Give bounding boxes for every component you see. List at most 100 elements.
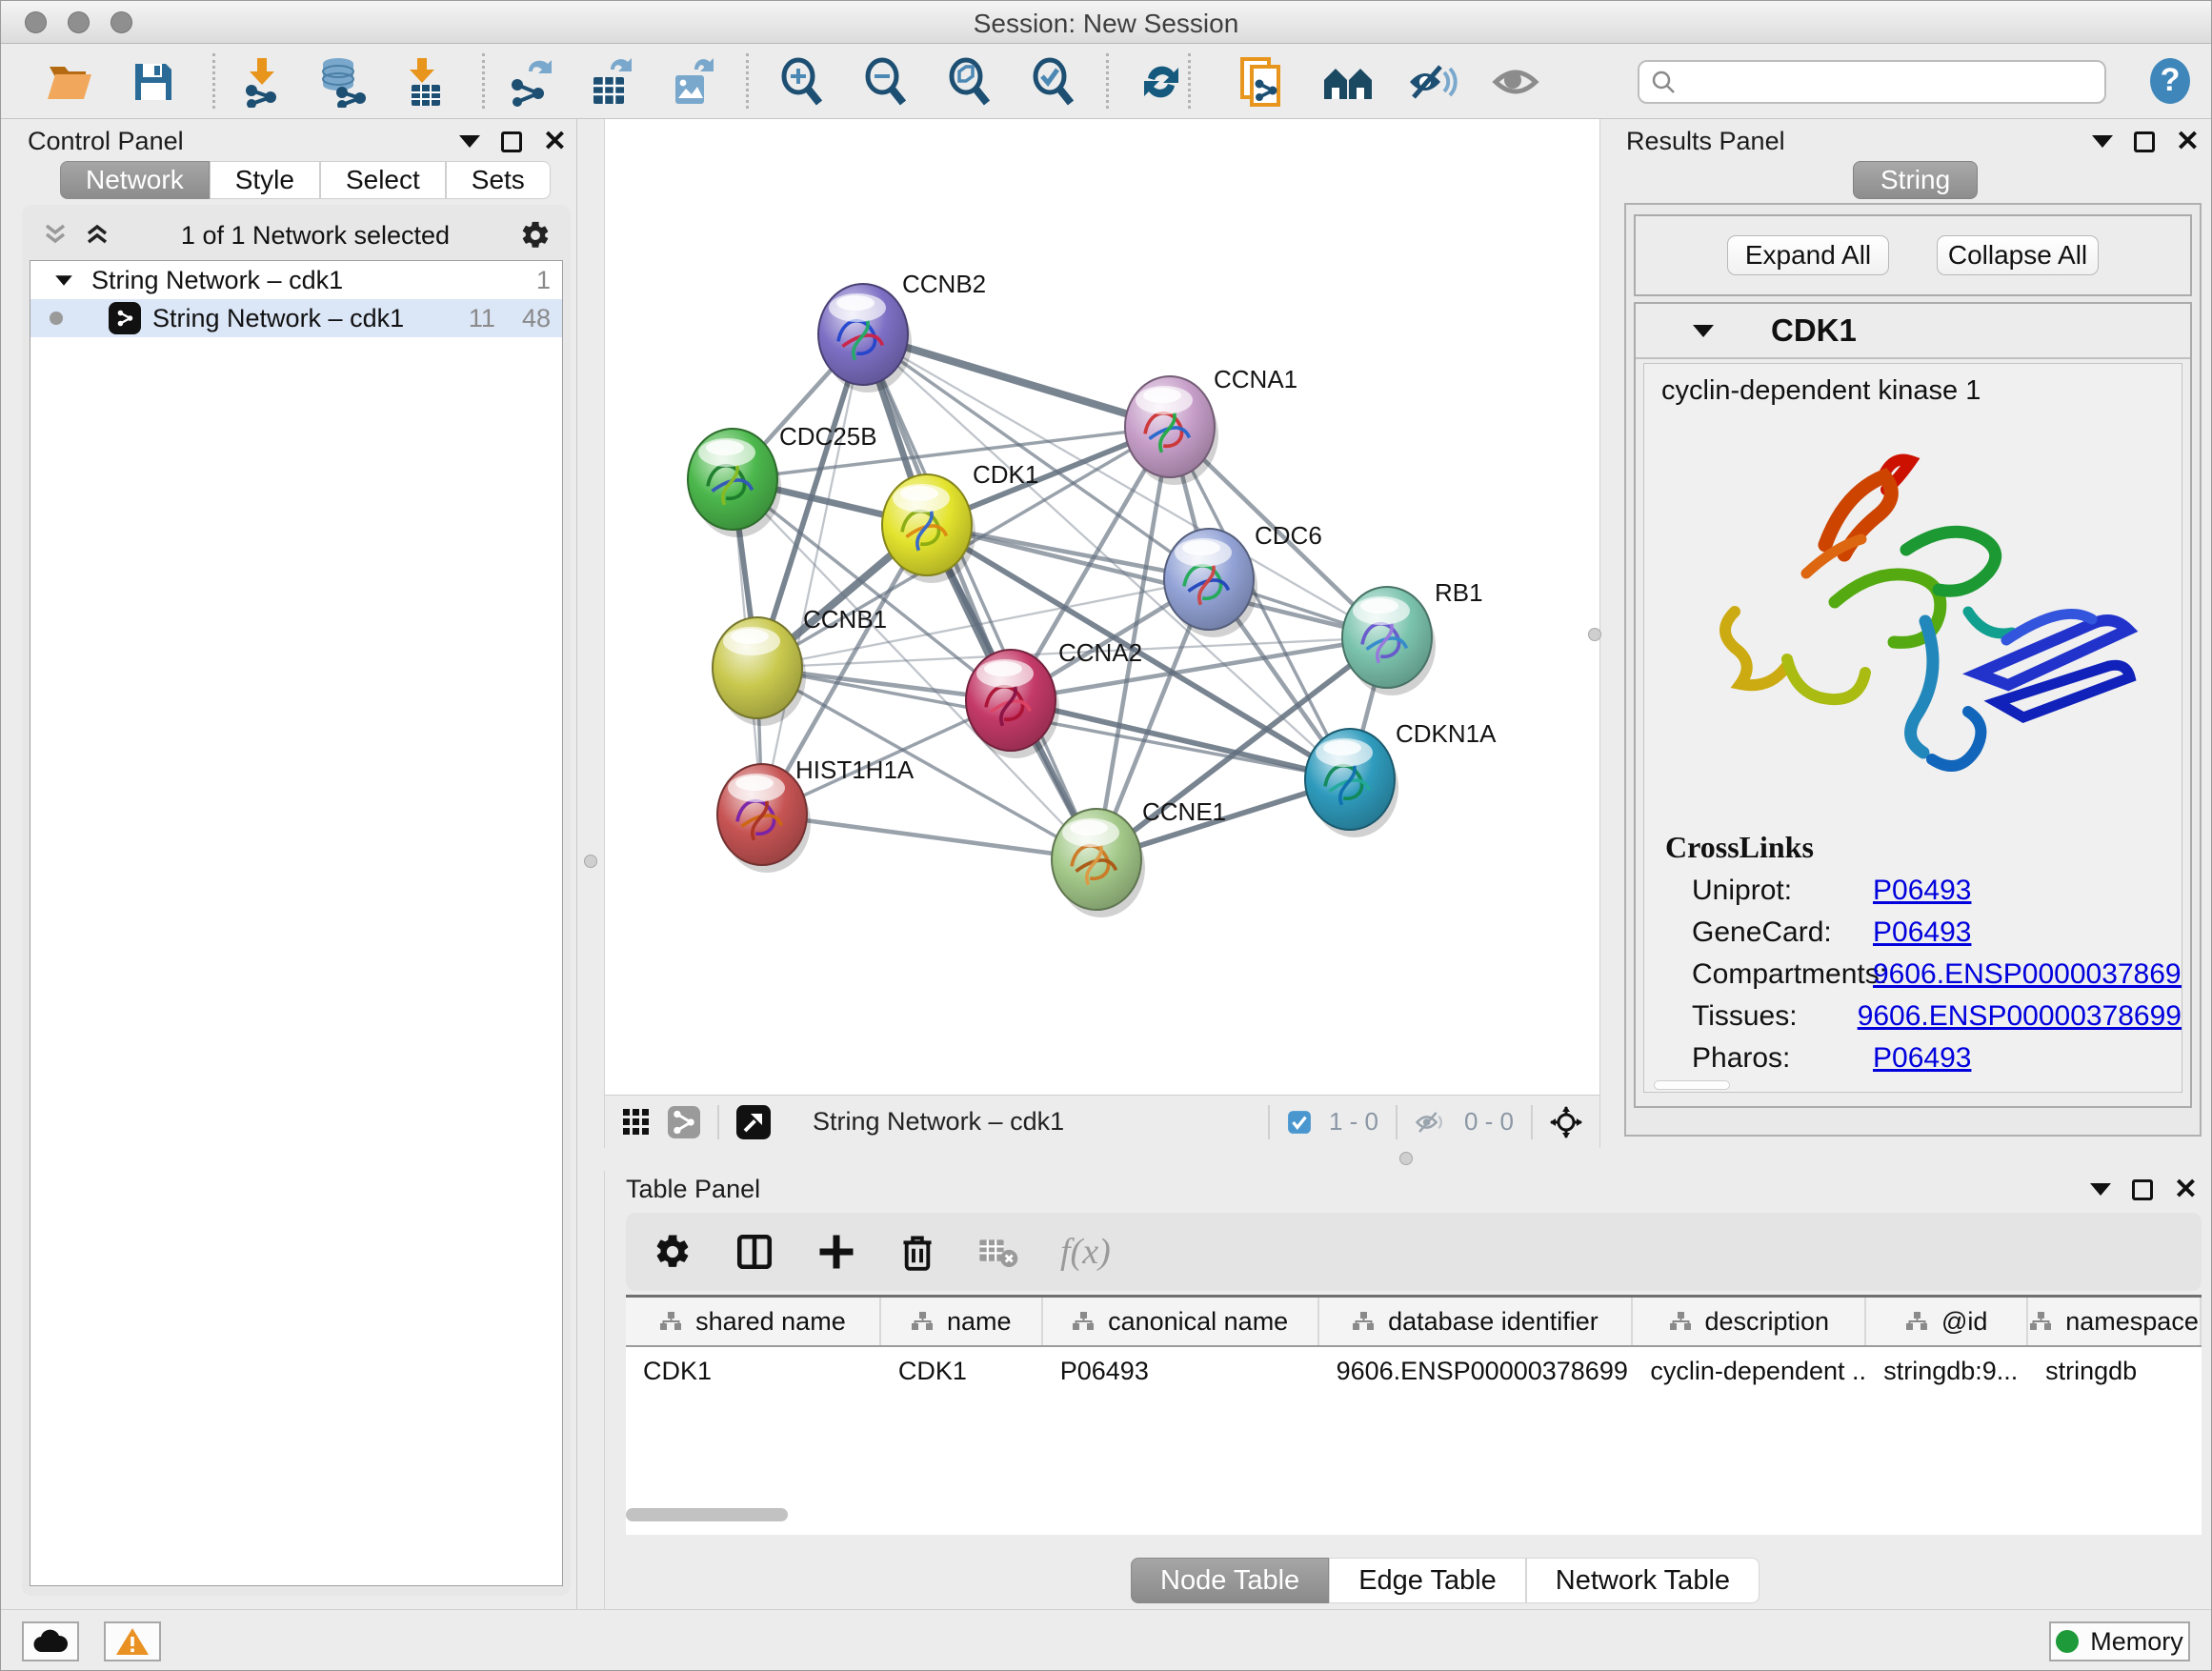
tab-select[interactable]: Select <box>320 161 446 199</box>
crosshair-icon[interactable] <box>1550 1106 1582 1138</box>
edge-CCNB2-HIST1H1A[interactable] <box>762 334 863 815</box>
column-header-name[interactable]: name <box>881 1298 1043 1345</box>
edge-HIST1H1A-CCNE1[interactable] <box>762 815 1096 859</box>
add-icon[interactable] <box>816 1232 856 1272</box>
refresh-icon[interactable] <box>1135 55 1188 109</box>
tab-network-table[interactable]: Network Table <box>1526 1558 1760 1603</box>
crosslink-link[interactable]: P06493 <box>1873 875 1971 907</box>
panel-menu-icon[interactable] <box>459 135 480 148</box>
import-network-icon[interactable] <box>235 55 289 109</box>
cloud-button[interactable] <box>22 1621 79 1661</box>
column-header-description[interactable]: description <box>1633 1298 1866 1345</box>
crosslink-link[interactable]: P06493 <box>1873 1042 1971 1075</box>
column-type-icon <box>1072 1311 1095 1332</box>
save-session-icon[interactable] <box>127 55 180 109</box>
export-table-icon[interactable] <box>584 55 637 109</box>
close-panel-icon[interactable]: ✕ <box>2174 1179 2198 1200</box>
table-cell[interactable]: P06493 <box>1043 1347 1319 1395</box>
table-cell[interactable]: CDK1 <box>881 1347 1043 1395</box>
memory-button[interactable]: Memory <box>2049 1621 2190 1661</box>
edge-CCNA2-CDKN1A[interactable] <box>1011 700 1350 779</box>
network-collection-row[interactable]: String Network – cdk1 1 <box>30 261 562 299</box>
node-CDC6[interactable]: CDC6 <box>1164 521 1322 637</box>
gear-icon[interactable] <box>653 1232 693 1272</box>
column-header-canonical-name[interactable]: canonical name <box>1043 1298 1319 1345</box>
panel-menu-icon[interactable] <box>2090 1183 2111 1196</box>
node-CCNB1[interactable]: CCNB1 <box>713 605 887 726</box>
panel-menu-icon[interactable] <box>2092 135 2113 148</box>
table-horizontal-scrollbar[interactable] <box>626 1508 988 1523</box>
show-all-icon[interactable] <box>1489 55 1542 109</box>
node-CCNE1[interactable]: CCNE1 <box>1052 797 1226 917</box>
node-result-header[interactable]: CDK1 <box>1636 304 2190 359</box>
table-cell[interactable]: stringdb <box>2028 1347 2202 1395</box>
table-cell[interactable]: cyclin-dependent ... <box>1633 1347 1866 1395</box>
column-header--id[interactable]: @id <box>1866 1298 2028 1345</box>
right-splitter-handle[interactable] <box>1588 628 1601 641</box>
hide-selected-icon[interactable] <box>1405 55 1458 109</box>
column-header-shared-name[interactable]: shared name <box>626 1298 881 1345</box>
tab-sets[interactable]: Sets <box>446 161 551 199</box>
help-icon[interactable]: ? <box>2146 55 2194 107</box>
open-session-icon[interactable] <box>43 55 96 109</box>
show-columns-icon[interactable] <box>734 1232 774 1272</box>
duplicate-network-icon[interactable] <box>1236 55 1289 109</box>
warning-button[interactable] <box>104 1621 161 1661</box>
expand-all-button[interactable]: Expand All <box>1727 235 1889 275</box>
expand-all-icon[interactable] <box>83 222 111 249</box>
node-CDKN1A[interactable]: CDKN1A <box>1305 719 1497 837</box>
search-input[interactable] <box>1676 67 2093 98</box>
import-table-icon[interactable] <box>397 55 451 109</box>
float-panel-icon[interactable] <box>501 131 522 152</box>
close-panel-icon[interactable]: ✕ <box>2176 131 2200 152</box>
crosslink-link[interactable]: 9606.ENSP00000378699 <box>1858 1000 2182 1033</box>
tab-node-table[interactable]: Node Table <box>1131 1558 1329 1603</box>
export-image-icon[interactable] <box>666 55 719 109</box>
bottom-splitter-handle[interactable] <box>1399 1152 1413 1165</box>
scrollbar-thumb[interactable] <box>626 1508 788 1521</box>
export-network-icon[interactable] <box>504 55 557 109</box>
tab-string[interactable]: String <box>1853 161 1978 199</box>
grid-icon[interactable] <box>622 1108 651 1137</box>
checkbox-icon[interactable] <box>1287 1110 1312 1135</box>
crosslink-link[interactable]: P06493 <box>1873 916 1971 949</box>
share-network-icon[interactable] <box>668 1106 700 1138</box>
network-row[interactable]: String Network – cdk1 11 48 <box>30 299 562 337</box>
column-header-database-identifier[interactable]: database identifier <box>1319 1298 1634 1345</box>
collapse-all-icon[interactable] <box>41 222 70 249</box>
node-CDK1[interactable]: CDK1 <box>882 460 1038 583</box>
gear-icon[interactable] <box>519 219 552 252</box>
table-row[interactable]: CDK1CDK1P064939606.ENSP00000378699cyclin… <box>626 1347 2202 1395</box>
node-CCNB2[interactable]: CCNB2 <box>818 270 986 393</box>
import-database-icon[interactable] <box>315 55 369 109</box>
first-neighbors-icon[interactable] <box>1321 55 1375 109</box>
table-cell[interactable]: CDK1 <box>626 1347 881 1395</box>
collapse-all-button[interactable]: Collapse All <box>1937 235 2099 275</box>
entry-expand-icon[interactable] <box>1693 325 1714 337</box>
left-splitter-handle[interactable] <box>584 855 597 868</box>
table-cell[interactable]: 9606.ENSP00000378699 <box>1319 1347 1634 1395</box>
results-horizontal-scrollbar[interactable] <box>1654 1080 1730 1090</box>
crosslink-link[interactable]: 9606.ENSP00000378699 <box>1873 958 2182 991</box>
tab-network[interactable]: Network <box>60 161 210 199</box>
tab-edge-table[interactable]: Edge Table <box>1329 1558 1526 1603</box>
close-panel-icon[interactable]: ✕ <box>543 131 567 152</box>
column-header-namespace[interactable]: namespace <box>2028 1298 2202 1345</box>
zoom-selected-icon[interactable] <box>1026 55 1079 109</box>
tab-style[interactable]: Style <box>210 161 320 199</box>
delete-icon[interactable] <box>898 1232 936 1272</box>
zoom-fit-icon[interactable] <box>942 55 995 109</box>
zoom-in-icon[interactable] <box>774 55 828 109</box>
collection-expand-icon[interactable] <box>55 275 72 285</box>
hidden-eye-icon[interactable] <box>1415 1109 1447 1136</box>
table-cell[interactable]: stringdb:9... <box>1866 1347 2028 1395</box>
zoom-out-icon[interactable] <box>858 55 912 109</box>
float-panel-icon[interactable] <box>2132 1179 2153 1200</box>
search-field[interactable] <box>1638 60 2106 104</box>
node-RB1[interactable]: RB1 <box>1342 578 1483 695</box>
float-panel-icon[interactable] <box>2134 131 2155 152</box>
network-view[interactable]: CCNB2CCNA1CDC25BCDK1CDC6RB1CCNB1CCNA2CDK… <box>604 119 1600 1148</box>
node-HIST1H1A[interactable]: HIST1H1A <box>717 755 915 873</box>
birdseye-icon[interactable] <box>736 1105 771 1139</box>
network-canvas[interactable]: CCNB2CCNA1CDC25BCDK1CDC6RB1CCNB1CCNA2CDK… <box>605 119 1599 1093</box>
